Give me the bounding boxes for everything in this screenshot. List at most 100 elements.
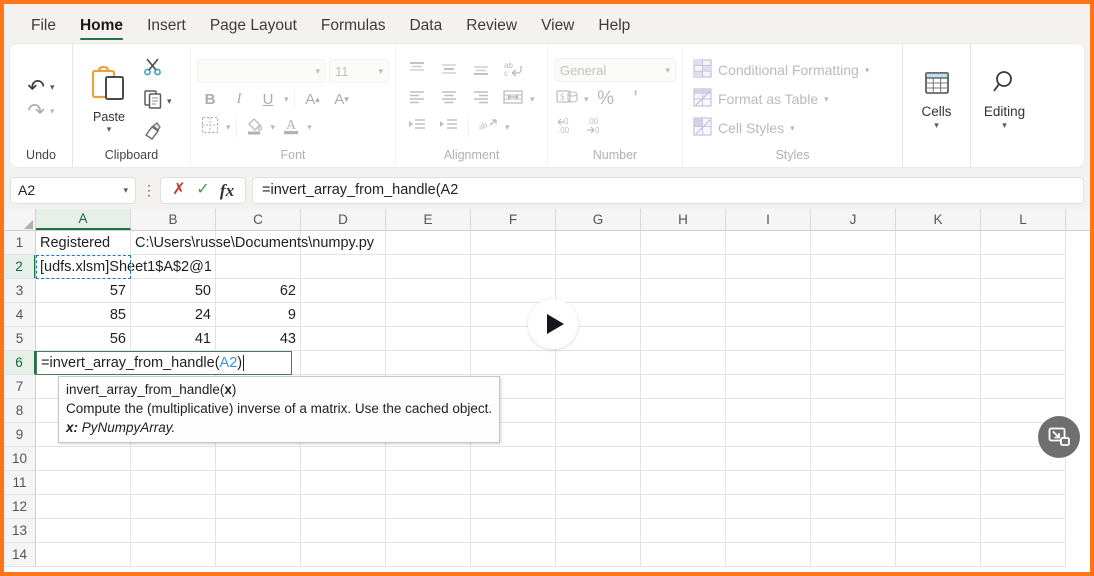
chevron-down-icon[interactable]: ▾ bbox=[584, 94, 589, 105]
cell-J9[interactable] bbox=[811, 423, 896, 447]
cell-L13[interactable] bbox=[981, 519, 1066, 543]
cell-D10[interactable] bbox=[301, 447, 386, 471]
cell-D3[interactable] bbox=[301, 279, 386, 303]
chevron-down-icon[interactable]: ▾ bbox=[123, 185, 128, 196]
cell-E4[interactable] bbox=[386, 303, 471, 327]
cell-G14[interactable] bbox=[556, 543, 641, 567]
tab-review[interactable]: Review bbox=[455, 12, 528, 44]
cell-A4[interactable]: 85 bbox=[36, 303, 131, 327]
row-header-2[interactable]: 2 bbox=[4, 255, 36, 279]
cell-H8[interactable] bbox=[641, 399, 726, 423]
cell-I3[interactable] bbox=[726, 279, 811, 303]
row-header-11[interactable]: 11 bbox=[4, 471, 36, 495]
cell-B13[interactable] bbox=[131, 519, 216, 543]
cell-I12[interactable] bbox=[726, 495, 811, 519]
row-header-9[interactable]: 9 bbox=[4, 423, 36, 447]
cell-A1[interactable]: Registered bbox=[36, 231, 131, 255]
row-header-6[interactable]: 6 bbox=[4, 351, 36, 375]
decrease-indent-button[interactable] bbox=[402, 115, 432, 139]
cell-H9[interactable] bbox=[641, 423, 726, 447]
cell-F11[interactable] bbox=[471, 471, 556, 495]
cell-J14[interactable] bbox=[811, 543, 896, 567]
cell-C14[interactable] bbox=[216, 543, 301, 567]
row-header-10[interactable]: 10 bbox=[4, 447, 36, 471]
cell-H3[interactable] bbox=[641, 279, 726, 303]
cell-L14[interactable] bbox=[981, 543, 1066, 567]
chevron-down-icon[interactable]: ▾ bbox=[307, 122, 312, 133]
cell-J7[interactable] bbox=[811, 375, 896, 399]
play-button-icon[interactable] bbox=[528, 299, 578, 349]
cell-F6[interactable] bbox=[471, 351, 556, 375]
cell-D6[interactable] bbox=[301, 351, 386, 375]
select-all-corner[interactable] bbox=[4, 209, 36, 230]
cell-F1[interactable] bbox=[471, 231, 556, 255]
cell-H5[interactable] bbox=[641, 327, 726, 351]
cell-K5[interactable] bbox=[896, 327, 981, 351]
cell-J8[interactable] bbox=[811, 399, 896, 423]
format-painter-button[interactable] bbox=[143, 121, 163, 146]
cell-E11[interactable] bbox=[386, 471, 471, 495]
cell-G11[interactable] bbox=[556, 471, 641, 495]
cell-J12[interactable] bbox=[811, 495, 896, 519]
cell-J6[interactable] bbox=[811, 351, 896, 375]
align-top-button[interactable] bbox=[402, 59, 432, 83]
cell-A3[interactable]: 57 bbox=[36, 279, 131, 303]
chevron-down-icon[interactable]: ▾ bbox=[934, 120, 939, 131]
chevron-down-icon[interactable]: ▾ bbox=[271, 122, 276, 133]
chevron-down-icon[interactable]: ▾ bbox=[1002, 120, 1007, 131]
chevron-down-icon[interactable]: ▾ bbox=[107, 124, 112, 135]
cell-D13[interactable] bbox=[301, 519, 386, 543]
column-header-g[interactable]: G bbox=[556, 209, 641, 230]
column-header-a[interactable]: A bbox=[36, 209, 131, 230]
row-header-3[interactable]: 3 bbox=[4, 279, 36, 303]
cell-E13[interactable] bbox=[386, 519, 471, 543]
tab-insert[interactable]: Insert bbox=[136, 12, 197, 44]
number-format-combo[interactable]: General ▾ bbox=[554, 58, 676, 82]
chevron-down-icon[interactable]: ▾ bbox=[530, 94, 535, 105]
row-header-7[interactable]: 7 bbox=[4, 375, 36, 399]
cell-I2[interactable] bbox=[726, 255, 811, 279]
tab-page-layout[interactable]: Page Layout bbox=[199, 12, 308, 44]
cell-styles-button[interactable]: Cell Styles ▾ bbox=[693, 117, 869, 139]
cell-G8[interactable] bbox=[556, 399, 641, 423]
cell-I13[interactable] bbox=[726, 519, 811, 543]
cell-B14[interactable] bbox=[131, 543, 216, 567]
cell-C10[interactable] bbox=[216, 447, 301, 471]
cell-I8[interactable] bbox=[726, 399, 811, 423]
cell-I1[interactable] bbox=[726, 231, 811, 255]
row-header-13[interactable]: 13 bbox=[4, 519, 36, 543]
column-header-l[interactable]: L bbox=[981, 209, 1066, 230]
cell-I7[interactable] bbox=[726, 375, 811, 399]
cell-B11[interactable] bbox=[131, 471, 216, 495]
cell-L1[interactable] bbox=[981, 231, 1066, 255]
cell-K9[interactable] bbox=[896, 423, 981, 447]
column-header-j[interactable]: J bbox=[811, 209, 896, 230]
cell-G1[interactable] bbox=[556, 231, 641, 255]
cell-F3[interactable] bbox=[471, 279, 556, 303]
cell-I6[interactable] bbox=[726, 351, 811, 375]
cell-D12[interactable] bbox=[301, 495, 386, 519]
cell-H11[interactable] bbox=[641, 471, 726, 495]
column-header-f[interactable]: F bbox=[471, 209, 556, 230]
cell-G3[interactable] bbox=[556, 279, 641, 303]
cell-J2[interactable] bbox=[811, 255, 896, 279]
cell-K11[interactable] bbox=[896, 471, 981, 495]
cell-C4[interactable]: 9 bbox=[216, 303, 301, 327]
fill-color-button[interactable] bbox=[242, 115, 268, 139]
cell-G10[interactable] bbox=[556, 447, 641, 471]
worksheet-grid[interactable]: A B C D E F G H I J K L 1 Registered C:\Us… bbox=[4, 209, 1090, 572]
cell-F14[interactable] bbox=[471, 543, 556, 567]
tab-help[interactable]: Help bbox=[587, 12, 641, 44]
align-middle-button[interactable] bbox=[434, 59, 464, 83]
row-header-4[interactable]: 4 bbox=[4, 303, 36, 327]
cell-A11[interactable] bbox=[36, 471, 131, 495]
chevron-down-icon[interactable]: ▾ bbox=[50, 82, 55, 93]
cell-K14[interactable] bbox=[896, 543, 981, 567]
cell-F12[interactable] bbox=[471, 495, 556, 519]
row-header-8[interactable]: 8 bbox=[4, 399, 36, 423]
cell-H1[interactable] bbox=[641, 231, 726, 255]
conditional-formatting-button[interactable]: Conditional Formatting ▾ bbox=[693, 59, 869, 81]
font-size-combo[interactable]: 11 ▾ bbox=[329, 59, 389, 83]
cell-L3[interactable] bbox=[981, 279, 1066, 303]
cell-E6[interactable] bbox=[386, 351, 471, 375]
